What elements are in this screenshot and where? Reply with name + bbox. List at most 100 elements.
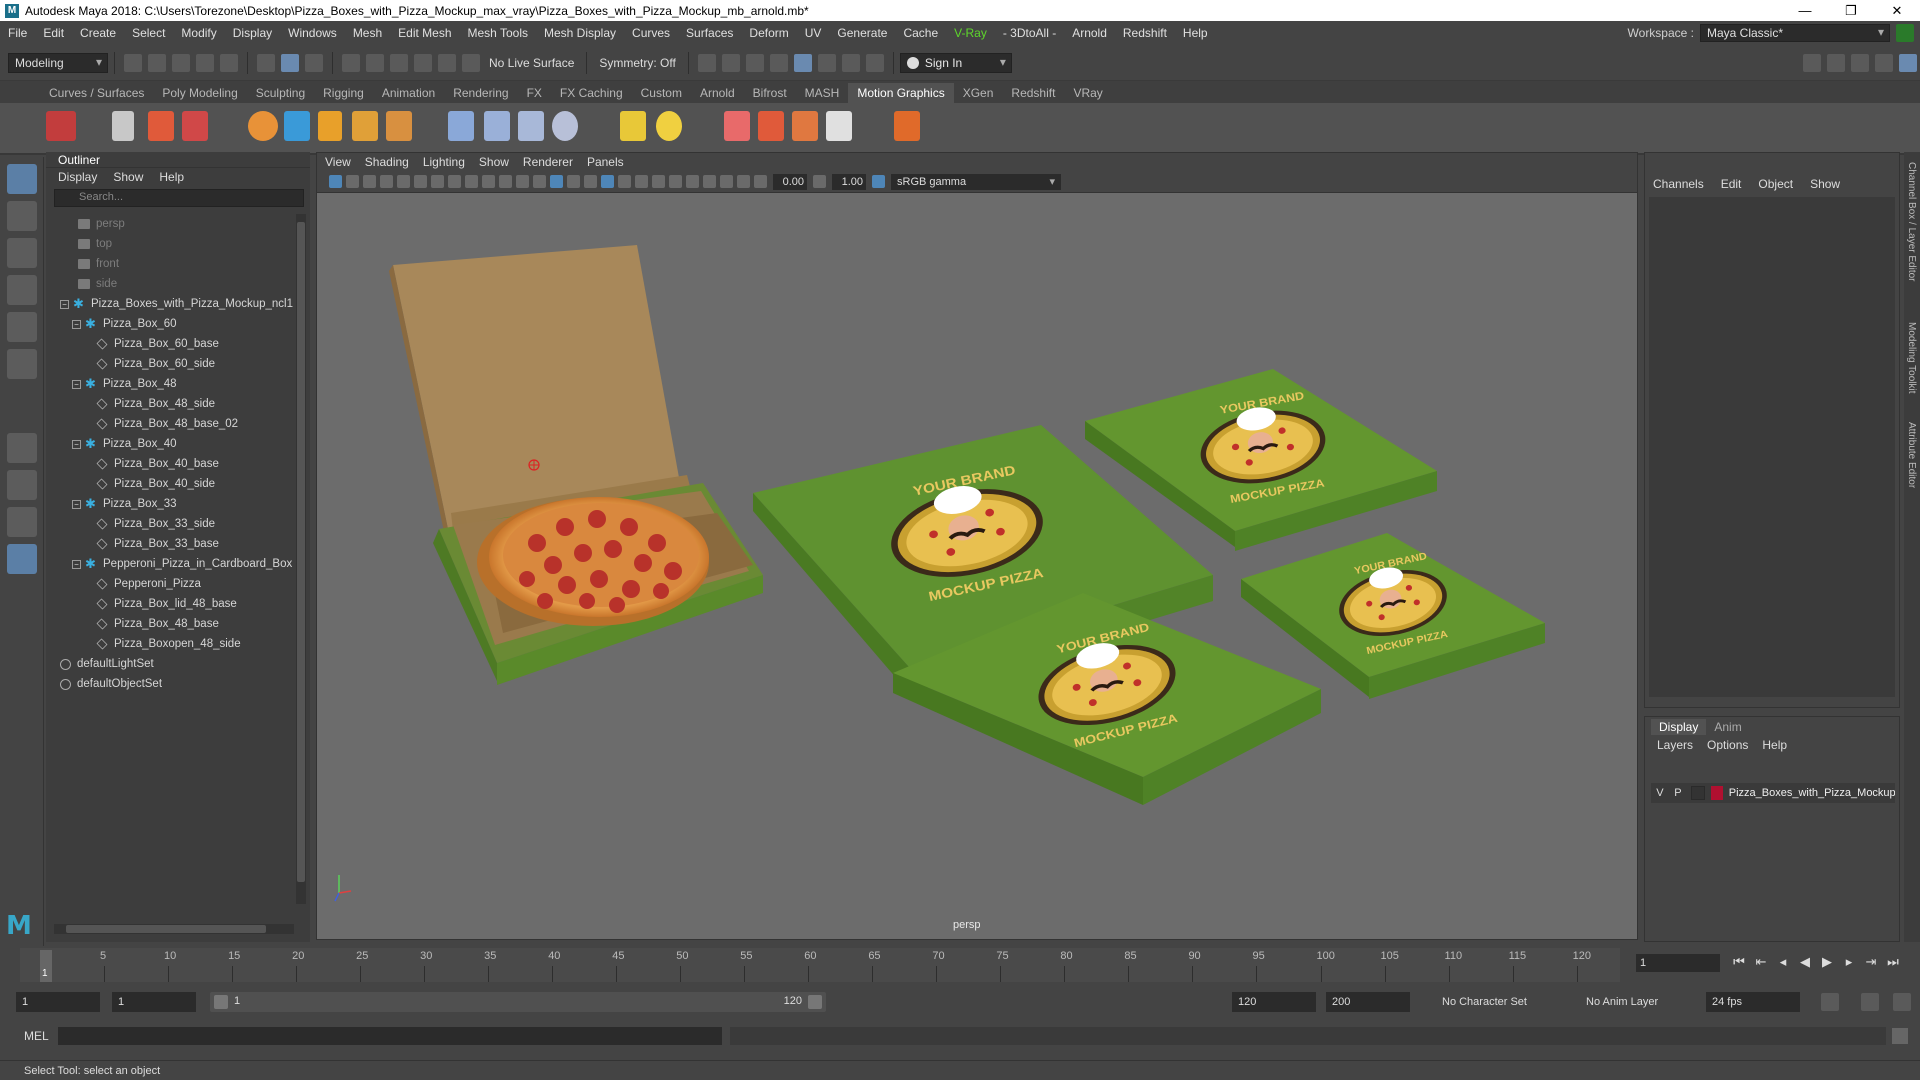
channel-menu-show[interactable]: Show bbox=[1810, 177, 1840, 191]
field-chart-icon[interactable] bbox=[499, 175, 512, 188]
svg-icon[interactable] bbox=[352, 111, 378, 141]
play-forwards-icon[interactable]: ▶ bbox=[1816, 954, 1838, 970]
viewport-panel[interactable]: View Shading Lighting Show Renderer Pane… bbox=[316, 152, 1638, 940]
scale-tool-icon[interactable] bbox=[6, 349, 37, 379]
menu-curves[interactable]: Curves bbox=[624, 26, 678, 40]
shelf-tab-fx[interactable]: FX bbox=[518, 83, 551, 103]
outliner-item[interactable]: side bbox=[46, 274, 294, 294]
menu-display[interactable]: Display bbox=[225, 26, 280, 40]
outliner-item[interactable]: top bbox=[46, 234, 294, 254]
image-plane-icon[interactable] bbox=[380, 175, 393, 188]
tool-settings-icon[interactable] bbox=[1899, 53, 1917, 72]
side-tab-modeling-toolkit[interactable]: Modeling Toolkit bbox=[1906, 322, 1917, 394]
single-view-icon[interactable] bbox=[6, 433, 37, 463]
symmetry-dropdown[interactable]: Symmetry: Off bbox=[599, 56, 675, 70]
go-to-start-icon[interactable]: ⏮ bbox=[1728, 954, 1750, 970]
rotate-tool-icon[interactable] bbox=[6, 312, 37, 342]
sign-in-button[interactable]: Sign In bbox=[899, 52, 1012, 73]
type-tool-icon[interactable] bbox=[148, 111, 174, 141]
attribute-editor-icon[interactable] bbox=[1875, 53, 1893, 72]
viewport-scene[interactable]: YOUR BRAND MOCKUP PIZZA YOUR BRAND MOCKU… bbox=[317, 193, 1638, 940]
outliner-item[interactable]: − ✱ Pizza_Box_60 bbox=[46, 314, 294, 334]
four-view-icon[interactable] bbox=[6, 470, 37, 500]
character-set-dropdown[interactable]: No Character Set bbox=[1436, 992, 1566, 1012]
layer-color-swatch[interactable] bbox=[1710, 786, 1723, 800]
layer-playback-toggle[interactable]: P bbox=[1669, 787, 1687, 799]
shelf-tab-poly-modeling[interactable]: Poly Modeling bbox=[153, 83, 246, 103]
ipr-render-icon[interactable] bbox=[745, 53, 764, 72]
collapse-toggle-icon[interactable]: − bbox=[72, 319, 81, 329]
menu-windows[interactable]: Windows bbox=[280, 26, 345, 40]
channel-menu-object[interactable]: Object bbox=[1758, 177, 1793, 191]
layer-tab-anim[interactable]: Anim bbox=[1706, 719, 1749, 735]
menu-select[interactable]: Select bbox=[124, 26, 173, 40]
outliner-item[interactable]: persp bbox=[46, 214, 294, 234]
lights-icon[interactable] bbox=[601, 175, 614, 188]
textured-icon[interactable] bbox=[584, 175, 597, 188]
lasso-tool-icon[interactable] bbox=[6, 201, 37, 231]
outliner-item[interactable]: Pizza_Box_48_base_02 bbox=[46, 414, 294, 434]
sun-icon[interactable] bbox=[656, 111, 682, 141]
bookmark-icon[interactable] bbox=[363, 175, 376, 188]
wire-icon[interactable] bbox=[484, 111, 510, 141]
gamma-field[interactable]: 1.00 bbox=[832, 173, 866, 190]
tag-icon[interactable] bbox=[758, 111, 784, 141]
isolate-select-icon[interactable] bbox=[703, 175, 716, 188]
shelf-tab-fx-caching[interactable]: FX Caching bbox=[551, 83, 632, 103]
open-scene-icon[interactable] bbox=[148, 53, 166, 72]
step-forward-frame-icon[interactable]: ▸ bbox=[1838, 954, 1860, 970]
menu-mesh-tools[interactable]: Mesh Tools bbox=[460, 26, 536, 40]
outliner-item[interactable]: Pepperoni_Pizza bbox=[46, 574, 294, 594]
shelf-tab-bifrost[interactable]: Bifrost bbox=[744, 83, 796, 103]
outliner-search-input[interactable]: Search... bbox=[54, 189, 304, 207]
outliner-item[interactable]: − ✱ Pepperoni_Pizza_in_Cardboard_Box bbox=[46, 554, 294, 574]
xray-icon[interactable] bbox=[720, 175, 733, 188]
particle-icon[interactable] bbox=[724, 111, 750, 141]
outliner-item[interactable]: Pizza_Box_40_side bbox=[46, 474, 294, 494]
curve-tool-icon[interactable] bbox=[284, 111, 310, 141]
paint-select-tool-icon[interactable] bbox=[6, 238, 37, 268]
camera-select-icon[interactable] bbox=[329, 175, 342, 188]
outliner-menu-show[interactable]: Show bbox=[113, 170, 143, 184]
menu-vray[interactable]: V-Ray bbox=[946, 26, 995, 40]
wireframe-icon[interactable] bbox=[533, 175, 546, 188]
menu-file[interactable]: File bbox=[0, 26, 35, 40]
outliner-item[interactable]: Pizza_Box_lid_48_base bbox=[46, 594, 294, 614]
save-scene-icon[interactable] bbox=[172, 53, 190, 72]
camera-attr-icon[interactable] bbox=[346, 175, 359, 188]
menu-create[interactable]: Create bbox=[72, 26, 124, 40]
menu-help[interactable]: Help bbox=[1175, 26, 1216, 40]
maximize-button[interactable]: ❐ bbox=[1828, 0, 1874, 21]
command-input[interactable] bbox=[58, 1027, 722, 1045]
snap-curve-icon[interactable] bbox=[366, 53, 384, 72]
shelf-tab-rendering[interactable]: Rendering bbox=[444, 83, 517, 103]
2d-pan-zoom-icon[interactable] bbox=[397, 175, 410, 188]
outliner-item[interactable]: Pizza_Box_40_base bbox=[46, 454, 294, 474]
side-tab-channel-box[interactable]: Channel Box / Layer Editor bbox=[1906, 162, 1917, 282]
collapse-toggle-icon[interactable]: − bbox=[72, 559, 81, 569]
color-space-dropdown[interactable]: sRGB gamma bbox=[891, 173, 1061, 190]
viewport-menu-view[interactable]: View bbox=[325, 155, 351, 169]
shelf-tab-arnold[interactable]: Arnold bbox=[691, 83, 744, 103]
range-end-handle[interactable] bbox=[808, 995, 822, 1009]
channel-menu-edit[interactable]: Edit bbox=[1721, 177, 1742, 191]
loop-icon[interactable] bbox=[1821, 993, 1839, 1011]
motion-blur-icon[interactable] bbox=[652, 175, 665, 188]
viewport-menu-shading[interactable]: Shading bbox=[365, 155, 409, 169]
outliner-item[interactable]: Pizza_Boxopen_48_side bbox=[46, 634, 294, 654]
shelf-tab-rigging[interactable]: Rigging bbox=[314, 83, 373, 103]
anti-alias-icon[interactable] bbox=[669, 175, 682, 188]
shelf-tab-vray[interactable]: VRay bbox=[1064, 83, 1111, 103]
playback-end-field[interactable]: 120 bbox=[1232, 992, 1316, 1012]
menu-edit[interactable]: Edit bbox=[35, 26, 72, 40]
gate-mask-icon[interactable] bbox=[482, 175, 495, 188]
menu-redshift[interactable]: Redshift bbox=[1115, 26, 1175, 40]
pause-viewport-icon[interactable] bbox=[865, 53, 884, 72]
default-material-icon[interactable] bbox=[567, 175, 580, 188]
repro-icon[interactable] bbox=[182, 111, 208, 141]
lock-icon[interactable] bbox=[1896, 24, 1914, 42]
shelf-tab-redshift[interactable]: Redshift bbox=[1002, 83, 1064, 103]
step-back-frame-icon[interactable]: ◂ bbox=[1772, 954, 1794, 970]
snap-projected-icon[interactable] bbox=[414, 53, 432, 72]
step-forward-key-icon[interactable]: ⇥ bbox=[1860, 954, 1882, 970]
